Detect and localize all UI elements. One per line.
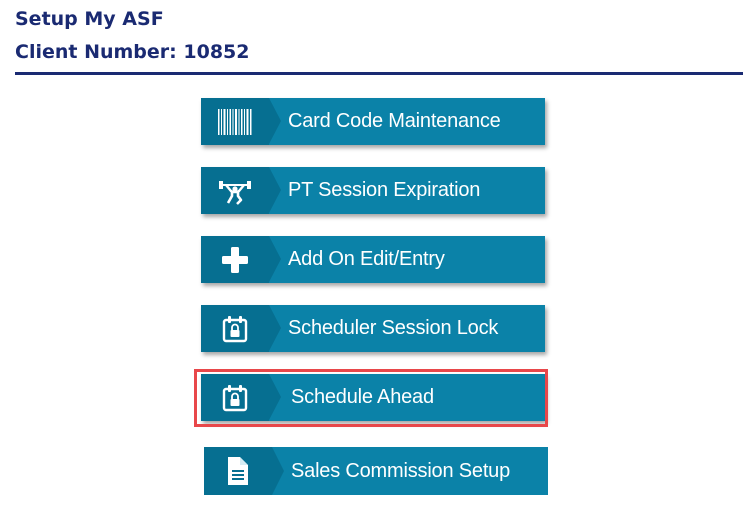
- sales-commission-setup-button[interactable]: Sales Commission Setup: [204, 447, 548, 495]
- scheduler-session-lock-label: Scheduler Session Lock: [288, 317, 499, 339]
- page-title: Setup My ASF: [15, 8, 164, 30]
- add-on-edit-entry-button[interactable]: Add On Edit/Entry: [201, 236, 545, 283]
- card-code-maintenance-label: Card Code Maintenance: [288, 110, 501, 132]
- header-divider: [15, 72, 743, 75]
- schedule-ahead-button[interactable]: Schedule Ahead: [201, 374, 545, 421]
- calendar-lock-icon: [201, 305, 269, 352]
- schedule-ahead-label: Schedule Ahead: [291, 386, 434, 408]
- scheduler-session-lock-button[interactable]: Scheduler Session Lock: [201, 305, 545, 352]
- sales-commission-setup-label: Sales Commission Setup: [291, 459, 511, 482]
- pt-session-expiration-label: PT Session Expiration: [288, 179, 481, 201]
- card-code-maintenance-button[interactable]: Card Code Maintenance: [201, 98, 545, 145]
- add-on-edit-entry-label: Add On Edit/Entry: [288, 248, 445, 270]
- weightlifter-icon: [201, 167, 269, 214]
- barcode-icon: [201, 98, 269, 145]
- pt-session-expiration-button[interactable]: PT Session Expiration: [201, 167, 545, 214]
- calendar-lock-icon: [201, 374, 269, 421]
- plus-icon: [201, 236, 269, 283]
- client-number: Client Number: 10852: [15, 41, 250, 63]
- document-icon: [204, 447, 272, 495]
